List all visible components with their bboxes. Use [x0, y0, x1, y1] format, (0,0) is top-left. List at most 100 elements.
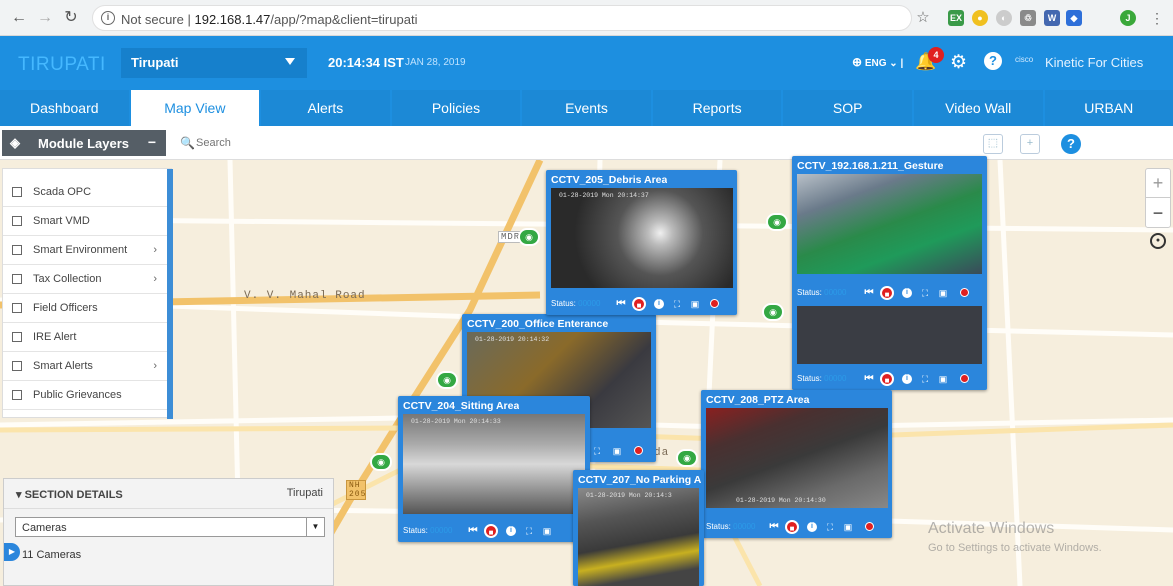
info-icon[interactable]: i: [506, 526, 516, 536]
info-icon[interactable]: i: [101, 11, 115, 25]
stop-icon[interactable]: ■: [785, 520, 799, 534]
add-area-icon[interactable]: +: [1020, 134, 1040, 154]
record-icon[interactable]: [710, 299, 719, 308]
camera-feed[interactable]: 01-28-2019 Mon 20:14:33: [403, 414, 585, 514]
help-icon[interactable]: ?: [1061, 134, 1081, 154]
skip-back-icon[interactable]: ⏮: [466, 524, 480, 538]
tab-reports[interactable]: Reports: [652, 90, 782, 126]
profile-avatar[interactable]: J: [1120, 10, 1136, 26]
fullscreen-icon[interactable]: ⛶: [918, 372, 932, 386]
tab-events[interactable]: Events: [522, 90, 651, 126]
camera-snapshot-icon[interactable]: ▣: [610, 444, 624, 458]
record-icon[interactable]: [865, 522, 874, 531]
skip-back-icon[interactable]: ⏮: [767, 520, 781, 534]
extension-icon[interactable]: ♲: [1020, 10, 1036, 26]
extension-icon[interactable]: EX: [948, 10, 964, 26]
extension-icon[interactable]: ◐: [996, 10, 1012, 26]
layer-item[interactable]: Smart VMD: [3, 207, 167, 236]
camera-popup[interactable]: CCTV_208_PTZ Area 01-28-2019 Mon 20:14:3…: [701, 390, 892, 538]
tab-dashboard[interactable]: Dashboard: [0, 90, 129, 126]
tab-urban[interactable]: URBAN: [1044, 90, 1173, 126]
checkbox[interactable]: [12, 245, 22, 255]
layer-item[interactable]: Scada OPC: [3, 178, 167, 207]
zoom-out-button[interactable]: −: [1146, 199, 1170, 228]
camera-marker-icon[interactable]: ◉: [518, 228, 540, 246]
info-icon[interactable]: i: [902, 288, 912, 298]
layer-item[interactable]: Smart Alerts ›: [3, 352, 167, 381]
checkbox[interactable]: [12, 303, 22, 313]
tab-video-wall[interactable]: Video Wall: [913, 90, 1043, 126]
info-icon[interactable]: i: [807, 522, 817, 532]
camera-feed[interactable]: 01-28-2019 Mon 20:14:37: [551, 188, 733, 288]
record-icon[interactable]: [960, 288, 969, 297]
layer-item[interactable]: Field Officers: [3, 294, 167, 323]
search-input[interactable]: [196, 135, 396, 151]
camera-marker-icon[interactable]: ◉: [676, 449, 698, 467]
camera-popup[interactable]: CCTV_207_No Parking Ar 01-28-2019 Mon 20…: [573, 470, 704, 586]
zoom-in-button[interactable]: +: [1146, 169, 1170, 198]
layer-item[interactable]: Public Grievances: [3, 381, 167, 410]
skip-back-icon[interactable]: ⏮: [862, 372, 876, 386]
chevron-right-icon[interactable]: ›: [153, 360, 157, 372]
tab-map-view[interactable]: Map View: [130, 90, 260, 126]
stop-icon[interactable]: ■: [632, 297, 646, 311]
camera-snapshot-icon[interactable]: ▣: [936, 286, 950, 300]
extension-icon[interactable]: ●: [972, 10, 988, 26]
record-icon[interactable]: [634, 446, 643, 455]
section-type-dropdown[interactable]: Cameras ▼: [15, 517, 325, 537]
camera-snapshot-icon[interactable]: ▣: [540, 524, 554, 538]
stop-icon[interactable]: ■: [484, 524, 498, 538]
camera-popup[interactable]: CCTV_192.168.1.211_Gesture Status: 00000…: [792, 156, 987, 390]
language-selector[interactable]: ⊕ ENG ⌄ |: [852, 55, 903, 69]
fullscreen-icon[interactable]: ⛶: [670, 297, 684, 311]
chevron-right-icon[interactable]: ›: [153, 244, 157, 256]
checkbox[interactable]: [12, 216, 22, 226]
city-dropdown[interactable]: Tirupati: [121, 48, 307, 78]
camera-snapshot-icon[interactable]: ▣: [936, 372, 950, 386]
camera-feed[interactable]: [797, 306, 982, 364]
camera-feed[interactable]: [797, 174, 982, 274]
skip-back-icon[interactable]: ⏮: [862, 286, 876, 300]
tab-alerts[interactable]: Alerts: [261, 90, 390, 126]
checkbox[interactable]: [12, 390, 22, 400]
camera-snapshot-icon[interactable]: ▣: [841, 520, 855, 534]
extension-icon[interactable]: W: [1044, 10, 1060, 26]
scrollbar[interactable]: [167, 169, 173, 419]
fullscreen-icon[interactable]: ⛶: [590, 444, 604, 458]
layer-item[interactable]: Smart Environment ›: [3, 236, 167, 265]
select-area-icon[interactable]: ⬚: [983, 134, 1003, 154]
chevron-right-icon[interactable]: ›: [153, 273, 157, 285]
camera-popup[interactable]: CCTV_205_Debris Area 01-28-2019 Mon 20:1…: [546, 170, 737, 315]
help-icon[interactable]: ?: [984, 52, 1002, 70]
camera-popup[interactable]: CCTV_204_Sitting Area 01-28-2019 Mon 20:…: [398, 396, 590, 542]
gear-icon[interactable]: ⚙: [950, 51, 967, 74]
bookmark-star-icon[interactable]: ☆: [914, 9, 932, 27]
back-icon[interactable]: ←: [10, 9, 28, 27]
panel-toggle-icon[interactable]: ▶: [4, 543, 20, 561]
reload-icon[interactable]: ↻: [62, 9, 80, 27]
locate-icon[interactable]: ●: [1150, 233, 1166, 249]
checkbox[interactable]: [12, 187, 22, 197]
checkbox[interactable]: [12, 361, 22, 371]
module-layers-button[interactable]: ◈ Module Layers −: [2, 130, 166, 156]
extension-icon[interactable]: ◆: [1066, 10, 1082, 26]
address-bar[interactable]: i Not secure | 192.168.1.47/app/?map&cli…: [92, 5, 912, 31]
camera-snapshot-icon[interactable]: ▣: [688, 297, 702, 311]
tab-policies[interactable]: Policies: [391, 90, 521, 126]
tab-sop[interactable]: SOP: [783, 90, 912, 126]
camera-marker-icon[interactable]: ◉: [766, 213, 788, 231]
forward-icon[interactable]: →: [36, 9, 54, 27]
camera-feed[interactable]: 01-28-2019 Mon 20:14:30: [706, 408, 888, 508]
camera-marker-icon[interactable]: ◉: [436, 371, 458, 389]
layer-item[interactable]: IRE Alert: [3, 323, 167, 352]
checkbox[interactable]: [12, 332, 22, 342]
info-icon[interactable]: i: [654, 299, 664, 309]
fullscreen-icon[interactable]: ⛶: [918, 286, 932, 300]
record-icon[interactable]: [960, 374, 969, 383]
fullscreen-icon[interactable]: ⛶: [522, 524, 536, 538]
stop-icon[interactable]: ■: [880, 372, 894, 386]
camera-marker-icon[interactable]: ◉: [370, 453, 392, 471]
info-icon[interactable]: i: [902, 374, 912, 384]
layer-item[interactable]: Tax Collection ›: [3, 265, 167, 294]
section-header[interactable]: ▾ SECTION DETAILS Tirupati: [4, 479, 333, 509]
